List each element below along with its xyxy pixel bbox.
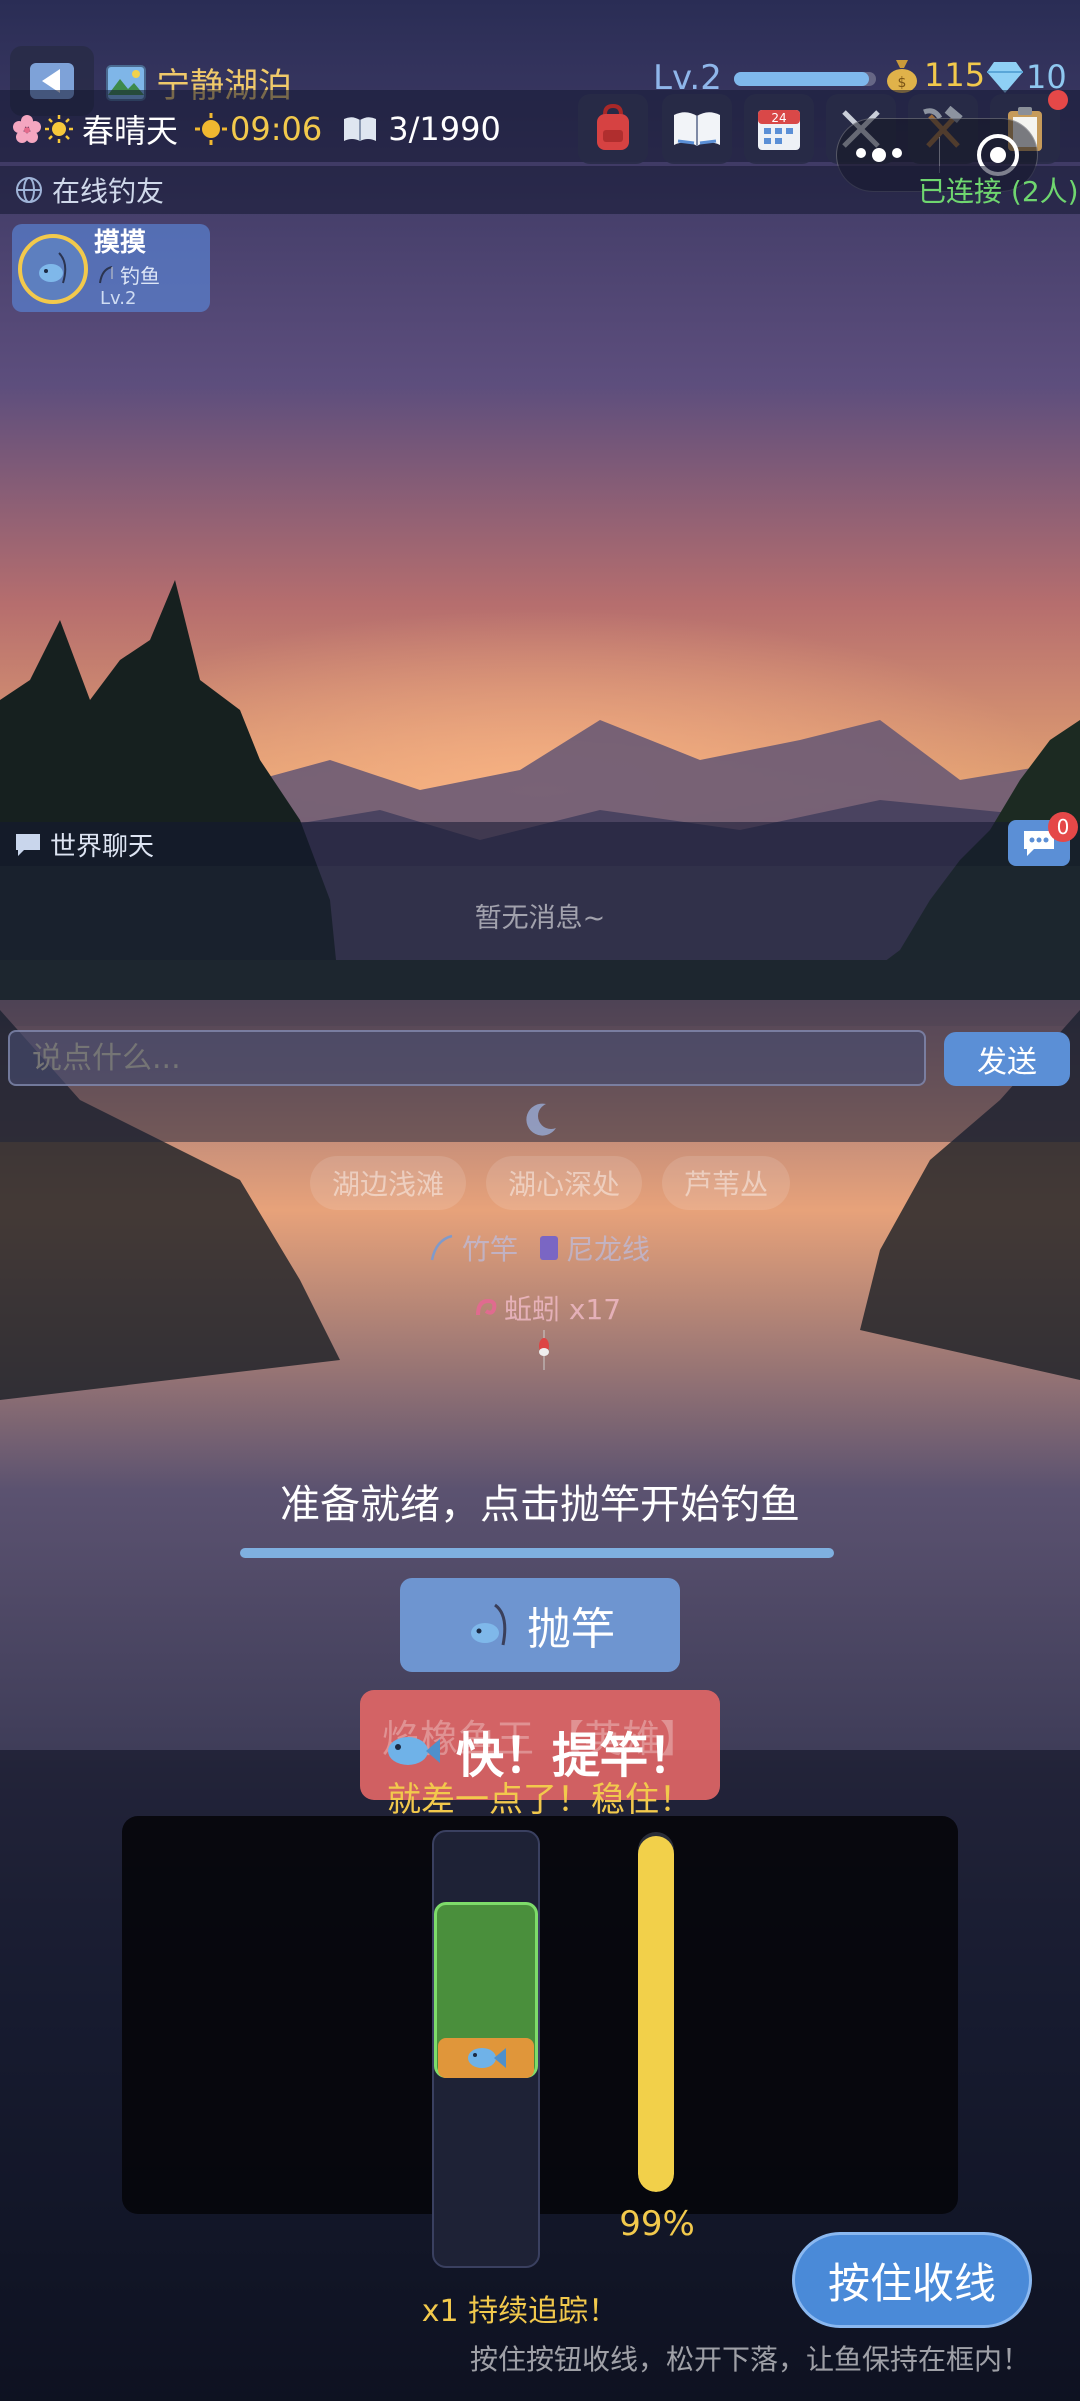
fish-marker [438,2038,534,2078]
fishing-spots: 湖边浅滩 湖心深处 芦苇丛 [310,1156,791,1210]
bobber-icon [536,1330,552,1374]
rod-name: 竹竿 [462,1233,519,1266]
cast-button[interactable]: 抛竿 [400,1578,680,1672]
weather-info: 春晴天 09:06 3/1990 [12,106,501,152]
encyclopedia-button[interactable] [662,94,732,164]
level-progress-bar [734,72,876,86]
instruction-text: 按住按钮收线，松开下落，让鱼保持在框内！ [469,2343,1030,2376]
target-icon [989,147,1006,163]
fishing-status-text: 准备就绪，点击抛竿开始钓鱼 [280,1482,800,1528]
level-progress-fill [734,72,869,86]
spot-deep[interactable]: 湖心深处 [486,1156,643,1210]
svg-text:$: $ [898,75,907,91]
more-menu-button[interactable] [855,148,902,162]
catch-progress-bar [638,1832,674,2192]
weather-text: 春晴天 [82,112,179,150]
gold-value: 115 [924,56,986,94]
status-divider [240,1548,834,1558]
reel-in-button[interactable]: 按住收线 [792,2232,1032,2328]
diamond-icon [987,62,1023,93]
fishing-rod-icon [99,265,113,283]
sun-icon [45,115,73,143]
line-name: 尼龙线 [566,1233,651,1266]
send-button[interactable]: 发送 [944,1032,1070,1086]
hint-text: 就差一点了！稳住！ [387,1780,693,1820]
money-bag-icon: $ [887,60,917,93]
online-title: 在线钓友 [14,170,164,210]
moon-icon [520,1100,560,1144]
cast-button-label: 抛竿 [527,1604,615,1655]
chat-input[interactable] [8,1030,926,1086]
worm-icon [476,1298,497,1316]
backpack-icon [597,104,629,150]
cherry-blossom-icon [13,115,41,143]
online-user-card[interactable]: 摸摸 钓鱼 Lv.2 [12,224,210,312]
speech-bubble-icon [16,833,40,856]
bait-count: 蚯蚓 x17 [504,1293,622,1326]
chat-empty-text: 暂无消息~ [474,903,606,934]
fisher-avatar-icon [39,252,67,284]
equipment-info: 竹竿 尼龙线 [428,1228,650,1268]
spool-icon [540,1236,559,1260]
gold-counter: $ 115 [884,56,985,94]
tasks-notification-dot [1048,90,1068,110]
svg-text:24: 24 [771,111,786,125]
book-icon [344,117,377,141]
spot-reeds[interactable]: 芦苇丛 [662,1156,791,1210]
reel-minigame-panel [122,1816,958,2214]
spot-shallows[interactable]: 湖边浅滩 [310,1156,467,1210]
connection-status: 已连接 (2人) [918,175,1079,208]
calendar-icon: 24 [758,110,800,150]
user-status: 钓鱼 [96,260,160,289]
backpack-button[interactable] [578,94,648,164]
chat-messages-area [0,866,1080,1026]
bait-info: 蚯蚓 x17 [474,1288,621,1328]
fish-marker-icon [468,2048,506,2068]
chat-header [0,822,1080,866]
chat-title: 世界聊天 [14,826,154,863]
rod-icon [430,1234,453,1261]
catch-progress-percent: 99% [619,2204,695,2244]
chat-title-text: 世界聊天 [50,832,155,862]
unread-badge: 0 [1048,812,1078,842]
calendar-button[interactable]: 24 [744,94,814,164]
fish-track [432,1830,540,2268]
avatar [18,234,88,304]
fish-icon [388,1737,440,1765]
online-title-text: 在线钓友 [52,175,165,208]
globe-icon [16,177,42,203]
catch-progress-fill [638,1835,674,2192]
open-book-icon [674,112,720,146]
more-dots-icon [855,148,866,158]
collection-count: 3/1990 [388,110,501,148]
fishing-pole-icon [471,1603,507,1646]
sun-clock-icon [195,113,228,145]
user-level: Lv.2 [100,288,137,309]
user-name: 摸摸 [94,228,147,258]
game-time: 09:06 [230,110,323,148]
